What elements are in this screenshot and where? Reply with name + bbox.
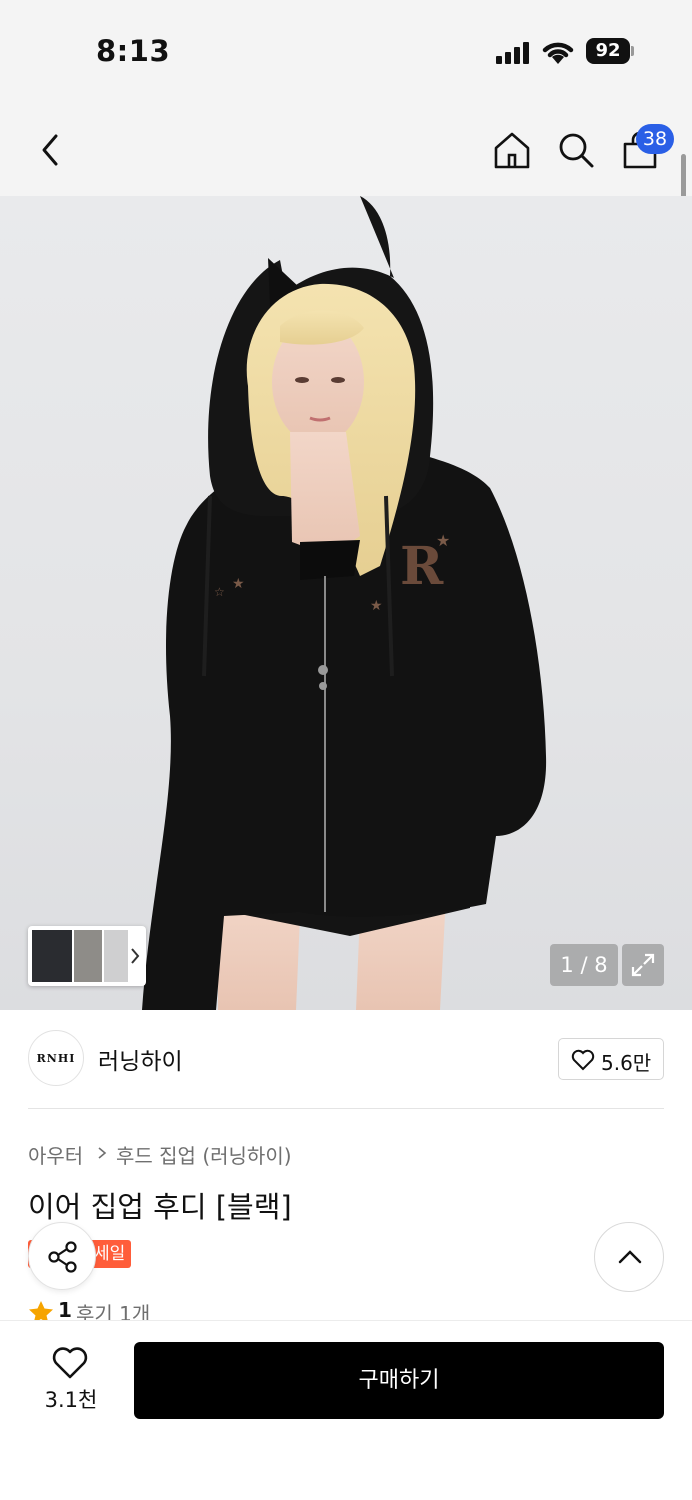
section-divider — [28, 1108, 664, 1109]
status-bar: 8:13 92 — [0, 0, 692, 100]
cellular-signal-icon — [496, 42, 532, 64]
battery-level: 92 — [586, 38, 630, 64]
product-title: 이어 집업 후디 [블랙] — [28, 1190, 292, 1224]
expand-icon — [631, 953, 655, 977]
breadcrumb-category[interactable]: 아우터 — [28, 1140, 83, 1169]
wifi-icon — [542, 42, 574, 64]
chevron-right-icon — [131, 948, 140, 964]
sale-badge-label: 세일 — [94, 1244, 126, 1264]
svg-text:★: ★ — [436, 531, 450, 550]
share-button[interactable] — [28, 1222, 96, 1290]
battery-icon: 92 — [586, 38, 634, 64]
review-count: 후기 1개 — [76, 1302, 151, 1322]
breadcrumb-subcategory[interactable]: 후드 집업 (러닝하이) — [116, 1140, 292, 1169]
review-summary[interactable]: 1 후기 1개 — [28, 1298, 228, 1322]
heart-icon — [571, 1049, 595, 1071]
wishlist-heart-icon[interactable] — [51, 1346, 89, 1380]
share-icon — [48, 1241, 77, 1273]
back-arrow-icon[interactable] — [36, 132, 64, 168]
expand-image-button[interactable] — [622, 944, 664, 986]
cart-count-badge: 38 — [636, 124, 674, 154]
brand-name[interactable]: 러닝하이 — [98, 1042, 183, 1076]
svg-text:★: ★ — [370, 598, 383, 614]
chevron-up-icon — [618, 1250, 642, 1264]
scroll-to-top-button[interactable] — [594, 1222, 664, 1292]
brand-like-button[interactable]: 5.6만 — [558, 1038, 664, 1080]
search-icon[interactable] — [556, 130, 596, 170]
home-icon[interactable] — [492, 130, 532, 170]
wishlist-count: 3.1천 — [44, 1388, 98, 1412]
product-image-gallery[interactable]: R ★ ★ ★ ☆ — [0, 196, 692, 1010]
product-photo: R ★ ★ ★ ☆ — [142, 196, 547, 1010]
brand-logo[interactable]: RNHI — [28, 1030, 84, 1086]
breadcrumb-chevron-icon — [98, 1147, 107, 1159]
rating-score: 1 — [58, 1298, 72, 1322]
gallery-thumbnail-strip[interactable] — [28, 926, 146, 986]
buy-button[interactable]: 구매하기 — [134, 1342, 664, 1419]
brand-like-count: 5.6만 — [601, 1051, 652, 1075]
star-icon — [29, 1301, 53, 1322]
svg-text:★: ★ — [232, 576, 245, 592]
svg-text:☆: ☆ — [214, 585, 225, 599]
image-page-counter: 1 / 8 — [550, 944, 618, 986]
status-time: 8:13 — [96, 34, 171, 68]
